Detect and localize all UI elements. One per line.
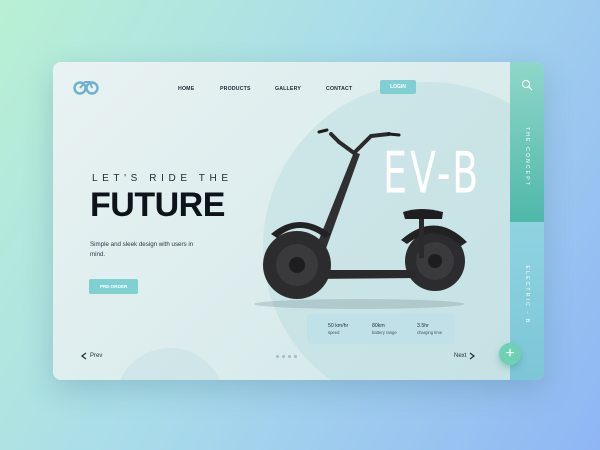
logo-icon[interactable]	[73, 79, 99, 95]
sidebar-concept-label: THE CONCEPT	[524, 126, 530, 188]
plus-icon: +	[505, 345, 515, 362]
spec-label: battery range	[372, 330, 397, 335]
nav-home[interactable]: HOME	[178, 86, 194, 92]
spec-label: charging time	[417, 330, 443, 335]
prev-button[interactable]: Prev	[81, 352, 102, 360]
page-dot-1[interactable]	[276, 355, 279, 358]
add-button[interactable]: +	[499, 343, 521, 365]
chevron-left-icon	[81, 352, 87, 360]
nav-gallery[interactable]: GALLERY	[275, 86, 301, 92]
chevron-right-icon	[469, 352, 476, 360]
scooter-image	[254, 128, 467, 309]
spec-value: 50 km/hr	[328, 323, 349, 329]
hero-description: Simple and sleek design with users in mi…	[90, 241, 194, 258]
login-button[interactable]: LOGIN	[380, 80, 416, 94]
pagination-dots	[276, 355, 297, 358]
sidebar: THE CONCEPT ELECTRIC - B	[510, 62, 544, 380]
spec-speed: 50 km/hr speed	[328, 323, 348, 335]
spec-value: 80km	[372, 323, 385, 329]
spec-value: 3.5hr	[417, 323, 429, 329]
page-dot-2[interactable]	[282, 355, 285, 358]
page-dot-4[interactable]	[294, 355, 297, 358]
spec-range: 80km battery range	[372, 323, 397, 335]
nav-products[interactable]: PRODUCTS	[220, 86, 251, 92]
spec-charging: 3.5hr charging time	[417, 323, 442, 335]
page-dot-3[interactable]	[288, 355, 291, 358]
specs-panel: 50 km/hr speed 80km battery range 3.5hr …	[307, 314, 455, 344]
prev-label: Prev	[90, 353, 103, 359]
pre-order-button[interactable]: PRE-ORDER	[89, 279, 138, 294]
next-button[interactable]: Next	[454, 352, 476, 360]
sidebar-concept-section[interactable]: THE CONCEPT	[510, 62, 544, 222]
search-icon[interactable]	[521, 79, 533, 91]
hero-tagline: LET'S RIDE THE	[92, 173, 233, 184]
hero-headline: FUTURE	[90, 186, 225, 224]
sidebar-electric-label: ELECTRIC - B	[524, 265, 530, 325]
spec-label: speed	[328, 330, 340, 335]
landing-card: HOME PRODUCTS GALLERY CONTACT LOGIN LET'…	[53, 62, 544, 380]
background-circle-small	[115, 348, 225, 380]
next-label: Next	[454, 353, 467, 359]
nav-contact[interactable]: CONTACT	[326, 86, 352, 92]
